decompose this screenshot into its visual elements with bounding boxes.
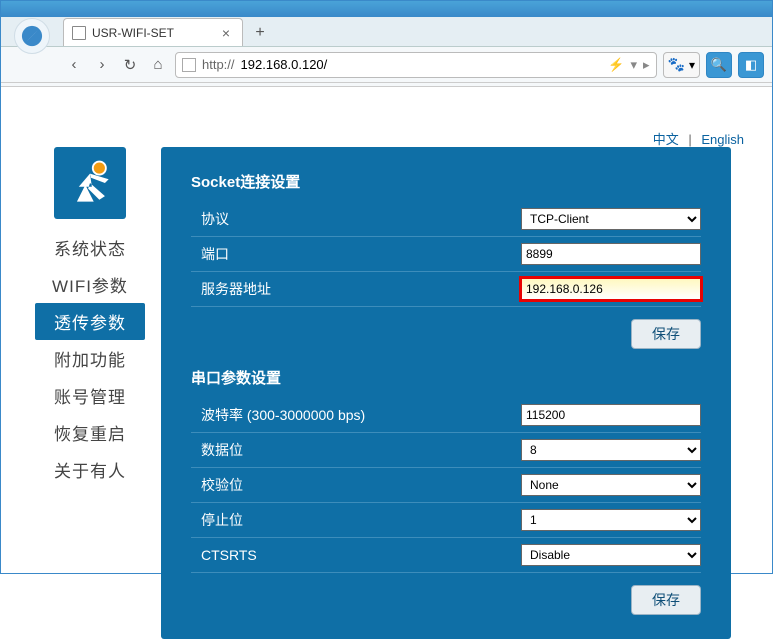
tab-title: USR-WIFI-SET — [92, 26, 174, 40]
url-scheme: http:// — [202, 57, 235, 72]
databits-select[interactable]: 8 — [521, 439, 701, 461]
port-label: 端口 — [191, 244, 521, 264]
product-logo — [54, 147, 126, 219]
baud-label: 波特率 (300-3000000 bps) — [191, 405, 521, 425]
serial-title: 串口参数设置 — [191, 367, 701, 388]
socket-save-button[interactable]: 保存 — [631, 319, 701, 349]
chevron-down-icon: ▾ — [689, 58, 695, 72]
forward-button[interactable]: › — [91, 54, 113, 76]
flash-icon[interactable]: ⚡ — [608, 57, 624, 73]
close-icon[interactable]: × — [218, 25, 234, 41]
browser-logo — [14, 18, 50, 54]
lang-zh[interactable]: 中文 — [653, 132, 679, 147]
new-tab-button[interactable]: + — [247, 20, 273, 46]
row-data: 数据位 8 — [191, 433, 701, 468]
parity-select[interactable]: None — [521, 474, 701, 496]
go-icon[interactable]: ▸ — [643, 57, 650, 73]
sidebar-item-transparent[interactable]: 透传参数 — [35, 303, 145, 340]
back-button[interactable]: ‹ — [63, 54, 85, 76]
page-icon — [72, 26, 86, 40]
sidebar: 系统状态 WIFI参数 透传参数 附加功能 账号管理 恢复重启 关于有人 — [35, 147, 145, 488]
stop-label: 停止位 — [191, 510, 521, 530]
row-ctsrts: CTSRTS Disable — [191, 538, 701, 573]
row-parity: 校验位 None — [191, 468, 701, 503]
sidebar-item-account[interactable]: 账号管理 — [35, 377, 145, 414]
baud-input[interactable] — [521, 404, 701, 426]
server-label: 服务器地址 — [191, 279, 521, 299]
sidebar-item-restore[interactable]: 恢复重启 — [35, 414, 145, 451]
chevron-down-icon[interactable]: ▾ — [630, 57, 637, 73]
row-protocol: 协议 TCP-Client — [191, 202, 701, 237]
data-label: 数据位 — [191, 440, 521, 460]
row-baud: 波特率 (300-3000000 bps) — [191, 398, 701, 433]
url-host: 192.168.0.120/ — [241, 57, 328, 72]
socket-section: Socket连接设置 协议 TCP-Client 端口 服务器地址 保存 — [191, 171, 701, 349]
window-titlebar — [1, 1, 772, 17]
paw-icon: 🐾 — [668, 56, 685, 73]
row-stop: 停止位 1 — [191, 503, 701, 538]
address-bar[interactable]: http:// 192.168.0.120/ ⚡ ▾ ▸ — [175, 52, 657, 78]
lang-en[interactable]: English — [701, 132, 744, 147]
tab-bar: USR-WIFI-SET × + — [1, 17, 772, 47]
search-engine[interactable]: 🐾 ▾ — [663, 52, 700, 78]
search-button[interactable]: 🔍 — [706, 52, 732, 78]
language-switch: 中文 | English — [653, 129, 744, 148]
server-input[interactable] — [521, 278, 701, 300]
serial-save-button[interactable]: 保存 — [631, 585, 701, 615]
sidebar-item-wifi[interactable]: WIFI参数 — [35, 266, 145, 303]
socket-title: Socket连接设置 — [191, 171, 701, 192]
sidebar-toggle[interactable]: ◧ — [738, 52, 764, 78]
separator: | — [682, 132, 697, 147]
page-icon — [182, 58, 196, 72]
sidebar-item-extra[interactable]: 附加功能 — [35, 340, 145, 377]
home-button[interactable]: ⌂ — [147, 54, 169, 76]
protocol-label: 协议 — [191, 209, 521, 229]
sidebar-item-about[interactable]: 关于有人 — [35, 451, 145, 488]
ctsrts-label: CTSRTS — [191, 547, 521, 563]
row-server: 服务器地址 — [191, 272, 701, 307]
port-input[interactable] — [521, 243, 701, 265]
toolbar: ‹ › ↻ ⌂ http://192.168.0.120/ ⚡ ▾ ▸ 🐾 ▾ … — [1, 47, 772, 83]
stopbits-select[interactable]: 1 — [521, 509, 701, 531]
row-port: 端口 — [191, 237, 701, 272]
sidebar-item-status[interactable]: 系统状态 — [35, 229, 145, 266]
protocol-select[interactable]: TCP-Client — [521, 208, 701, 230]
parity-label: 校验位 — [191, 475, 521, 495]
browser-tab[interactable]: USR-WIFI-SET × — [63, 18, 243, 46]
settings-panel: Socket连接设置 协议 TCP-Client 端口 服务器地址 保存 串口参… — [161, 147, 731, 639]
page-body: 中文 | English 系统状态 WIFI参数 透传参数 附加功能 账号管理 … — [1, 87, 772, 639]
ctsrts-select[interactable]: Disable — [521, 544, 701, 566]
serial-section: 串口参数设置 波特率 (300-3000000 bps) 数据位 8 校验位 N… — [191, 367, 701, 615]
reload-button[interactable]: ↻ — [119, 54, 141, 76]
